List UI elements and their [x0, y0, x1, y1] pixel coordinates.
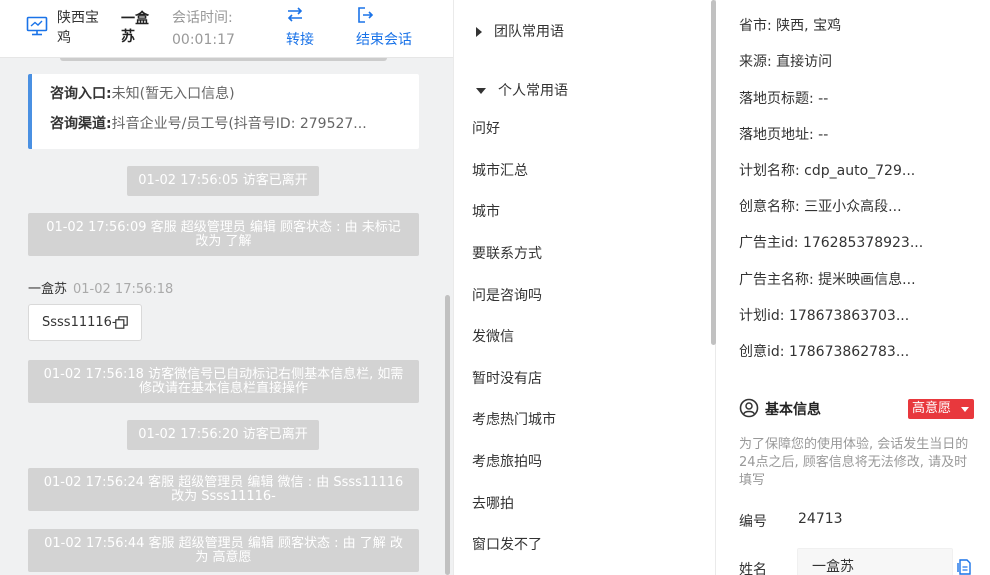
personal-phrases-group[interactable]: 个人常用语	[476, 80, 568, 100]
common-phrases-panel: 团队常用语 个人常用语 问好 城市汇总 城市 要联系方式 问是咨询吗 发微信 暂…	[453, 0, 716, 575]
visitor-name: 一盒苏	[121, 11, 149, 45]
phrase-item[interactable]: 问好	[472, 119, 500, 139]
entry-row: 咨询入口:未知(暂无入口信息)	[50, 85, 400, 103]
visitor-info-panel: 省市: 陕西, 宝鸡 来源: 直接访问 落地页标题: -- 落地页地址: -- …	[717, 0, 990, 575]
team-phrases-group[interactable]: 团队常用语	[476, 21, 564, 41]
info-field: 创意名称: 三亚小众高段...	[739, 199, 902, 215]
phrases-scrollbar[interactable]	[711, 0, 716, 345]
name-label: 姓名	[739, 562, 767, 575]
phrase-item[interactable]: 发微信	[472, 327, 514, 347]
session-time-label: 会话时间:	[172, 10, 233, 26]
message-sender: 一盒苏	[28, 282, 68, 297]
exit-icon	[358, 7, 374, 23]
team-phrases-label: 团队常用语	[494, 24, 564, 40]
entry-label: 咨询入口:	[50, 86, 112, 102]
monitor-icon	[26, 16, 48, 36]
user-circle-icon	[739, 398, 759, 418]
info-field: 落地页地址: --	[739, 127, 829, 143]
info-field: 落地页标题: --	[739, 91, 829, 107]
system-message: 01-02 17:56:18 访客微信号已自动标记右侧基本信息栏, 如需修改请在…	[28, 360, 419, 403]
chat-header: 陕西宝鸡 一盒苏 会话时间: 00:01:17 转接 结束会话	[0, 0, 453, 58]
caret-down-icon	[476, 88, 486, 94]
phrase-item[interactable]: 考虑热门城市	[472, 410, 556, 430]
system-message: 01-02 17:56:44 客服 超级管理员 编辑 顾客状态 : 由 了解 改…	[28, 529, 419, 572]
message-bubble[interactable]: Ssss11116-	[28, 304, 142, 341]
info-field: 计划名称: cdp_auto_729...	[739, 163, 916, 179]
info-field: 广告主id: 176285378923...	[739, 235, 924, 251]
entry-value: 未知(暂无入口信息)	[111, 86, 235, 102]
channel-label: 咨询渠道:	[50, 116, 112, 132]
previous-message-edge	[60, 58, 387, 61]
info-field: 来源: 直接访问	[739, 54, 833, 70]
system-message: 01-02 17:56:24 客服 超级管理员 编辑 微信 : 由 Ssss11…	[28, 468, 419, 511]
visitor-location: 陕西宝鸡	[57, 10, 99, 46]
transfer-icon	[287, 7, 303, 22]
info-field: 计划id: 178673863703...	[739, 308, 910, 324]
intent-status-label: 高意愿	[912, 401, 952, 416]
end-session-button[interactable]: 结束会话	[356, 6, 412, 49]
number-value: 24713	[798, 511, 843, 527]
consultation-info-card: 咨询入口:未知(暂无入口信息) 咨询渠道:抖音企业号/员工号(抖音号ID: 27…	[28, 74, 419, 149]
channel-row: 咨询渠道:抖音企业号/员工号(抖音号ID: 279527...	[50, 115, 400, 133]
caret-right-icon	[476, 27, 482, 37]
message-meta: 一盒苏 01-02 17:56:18	[28, 278, 173, 297]
transfer-label: 转接	[286, 32, 314, 48]
intent-status-dropdown[interactable]: 高意愿	[908, 399, 974, 419]
system-message: 01-02 17:56:20 访客已离开	[127, 420, 319, 450]
info-field: 创意id: 178673862783...	[739, 344, 910, 360]
basic-info-label: 基本信息	[765, 402, 821, 418]
chat-scrollbar[interactable]	[445, 295, 450, 575]
basic-info-title: 基本信息	[739, 398, 821, 421]
number-label: 编号	[739, 514, 767, 530]
phrase-item[interactable]: 去哪拍	[472, 494, 514, 514]
info-field: 省市: 陕西, 宝鸡	[739, 18, 842, 34]
name-field[interactable]: 一盒苏	[797, 548, 953, 575]
phrase-item[interactable]: 问是咨询吗	[472, 286, 542, 306]
caret-down-icon	[961, 407, 969, 412]
edit-notice: 为了保障您的使用体验, 会话发生当日的24点之后, 顾客信息将无法修改, 请及时…	[739, 437, 969, 488]
info-field: 广告主名称: 提米映画信息...	[739, 272, 916, 288]
chat-messages: 咨询入口:未知(暂无入口信息) 咨询渠道:抖音企业号/员工号(抖音号ID: 27…	[0, 58, 447, 575]
copy-icon[interactable]	[115, 316, 128, 329]
session-time-value: 00:01:17	[172, 32, 235, 48]
message-text: Ssss11116-	[42, 315, 117, 330]
phrase-item[interactable]: 暂时没有店	[472, 369, 542, 389]
phrase-item[interactable]: 窗口发不了	[472, 535, 542, 555]
phrase-item[interactable]: 城市汇总	[472, 161, 528, 181]
transfer-button[interactable]: 转接	[286, 6, 314, 49]
system-message: 01-02 17:56:05 访客已离开	[127, 166, 319, 196]
message-time: 01-02 17:56:18	[73, 282, 174, 297]
chat-panel: 陕西宝鸡 一盒苏 会话时间: 00:01:17 转接 结束会话 咨询入口:未知(…	[0, 0, 453, 575]
channel-value: 抖音企业号/员工号(抖音号ID: 279527...	[111, 116, 367, 132]
system-message: 01-02 17:56:09 客服 超级管理员 编辑 顾客状态 : 由 未标记 …	[28, 213, 419, 256]
phrase-item[interactable]: 要联系方式	[472, 244, 542, 264]
end-session-label: 结束会话	[356, 32, 412, 48]
personal-phrases-label: 个人常用语	[498, 83, 568, 99]
phrase-item[interactable]: 考虑旅拍吗	[472, 452, 542, 472]
copy-icon[interactable]	[957, 559, 971, 575]
phrase-item[interactable]: 城市	[472, 202, 500, 222]
